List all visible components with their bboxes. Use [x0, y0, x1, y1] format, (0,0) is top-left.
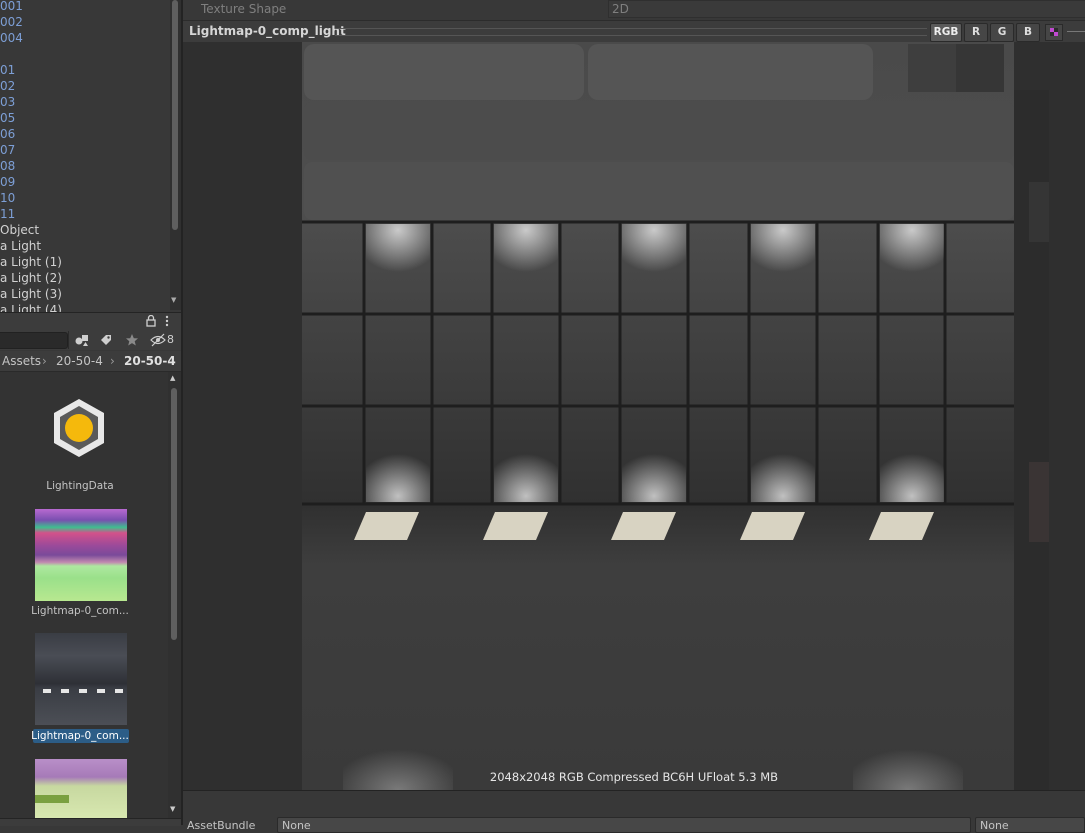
- breadcrumb-item[interactable]: Assets: [2, 351, 41, 371]
- hierarchy-scrollbar[interactable]: ▼: [170, 0, 181, 310]
- breadcrumb-item[interactable]: 20-50-4: [56, 351, 103, 371]
- hierarchy-item[interactable]: 09: [0, 174, 62, 190]
- breadcrumb-current[interactable]: 20-50-4: [124, 351, 176, 371]
- assetbundle-variant-value: None: [980, 819, 1009, 832]
- breadcrumb: Assets › 20-50-4 › 20-50-4: [0, 351, 181, 372]
- hierarchy-item[interactable]: 10: [0, 190, 62, 206]
- lightmap-directional-thumbnail[interactable]: [35, 509, 127, 601]
- texture-shape-row: Texture Shape 2D: [183, 0, 1085, 21]
- hierarchy-item[interactable]: a Light (3): [0, 286, 62, 302]
- scroll-down-arrow-icon[interactable]: ▼: [171, 296, 176, 304]
- hierarchy-item[interactable]: 01: [0, 62, 62, 78]
- hidden-count: 8: [167, 333, 174, 346]
- lighting-data-icon[interactable]: [51, 397, 107, 459]
- hierarchy-item[interactable]: 05: [0, 110, 62, 126]
- preview-toolbar: Lightmap-0_comp_light RGB R G B: [183, 21, 1085, 43]
- asset-thumbnail[interactable]: [35, 759, 127, 818]
- asset-grid: LightingData Lightmap-0_com... Lightmap-…: [0, 372, 168, 818]
- hidden-packages-eye-icon[interactable]: [150, 333, 166, 347]
- search-by-type-icon[interactable]: [74, 333, 90, 347]
- drag-handle[interactable]: [335, 28, 927, 36]
- hierarchy-panel: 001 002 004 01 02 03 05 06 07 08 09 10 1…: [0, 0, 170, 312]
- mip-slider[interactable]: [1067, 31, 1085, 32]
- hierarchy-item[interactable]: 03: [0, 94, 62, 110]
- hierarchy-item[interactable]: a Light (1): [0, 254, 62, 270]
- asset-label[interactable]: LightingData: [15, 480, 145, 492]
- assetbundle-variant-dropdown[interactable]: None: [975, 817, 1085, 833]
- scrollbar-thumb[interactable]: [172, 0, 178, 230]
- texture-preview-viewport[interactable]: 2048x2048 RGB Compressed BC6H UFloat 5.3…: [183, 42, 1085, 790]
- lightmap-preview-image: [302, 42, 1049, 790]
- channel-b-button[interactable]: B: [1016, 23, 1040, 42]
- preview-title: Lightmap-0_comp_light: [189, 24, 346, 38]
- texture-shape-label: Texture Shape: [201, 2, 287, 16]
- breadcrumb-separator-icon: ›: [42, 354, 47, 368]
- asset-label[interactable]: Lightmap-0_com...: [15, 730, 145, 742]
- hierarchy-item[interactable]: a Light (2): [0, 270, 62, 286]
- lock-icon[interactable]: [146, 315, 156, 327]
- channel-rgb-button[interactable]: RGB: [930, 23, 962, 42]
- alpha-checker-button[interactable]: [1045, 24, 1063, 41]
- hierarchy-item[interactable]: 004: [0, 30, 62, 46]
- hierarchy-item[interactable]: 11: [0, 206, 62, 222]
- asset-grid-scrollbar[interactable]: ▲ ▼: [168, 372, 181, 818]
- assetbundle-value: None: [282, 819, 311, 832]
- hierarchy-item[interactable]: a Light: [0, 238, 62, 254]
- hierarchy-item[interactable]: 02: [0, 78, 62, 94]
- hierarchy-item[interactable]: Object: [0, 222, 62, 238]
- assetbundle-label: AssetBundle: [187, 819, 256, 832]
- search-input[interactable]: [0, 332, 68, 349]
- hierarchy-item[interactable]: 002: [0, 14, 62, 30]
- hierarchy-item[interactable]: [0, 46, 62, 62]
- hierarchy-item[interactable]: a Light (4): [0, 302, 62, 312]
- channel-r-button[interactable]: R: [964, 23, 988, 42]
- hierarchy-item[interactable]: 06: [0, 126, 62, 142]
- assetbundle-bar: AssetBundle None None: [183, 790, 1085, 833]
- asset-label[interactable]: Lightmap-0_com...: [15, 605, 145, 617]
- breadcrumb-separator-icon: ›: [110, 354, 115, 368]
- hierarchy-item[interactable]: 001: [0, 0, 62, 14]
- checker-icon: [1050, 28, 1058, 36]
- project-header: [0, 312, 181, 330]
- texture-info-label: 2048x2048 RGB Compressed BC6H UFloat 5.3…: [489, 770, 779, 784]
- label-tag-icon[interactable]: [99, 333, 113, 347]
- scrollbar-thumb[interactable]: [171, 388, 177, 640]
- favorite-star-icon[interactable]: [125, 333, 139, 347]
- hierarchy-item[interactable]: 07: [0, 142, 62, 158]
- texture-shape-dropdown: 2D: [608, 0, 1085, 18]
- kebab-menu-icon[interactable]: [164, 315, 170, 327]
- lightmap-light-thumbnail[interactable]: [35, 633, 127, 725]
- assetbundle-dropdown[interactable]: None: [277, 817, 971, 833]
- channel-g-button[interactable]: G: [990, 23, 1014, 42]
- hierarchy-item[interactable]: 08: [0, 158, 62, 174]
- scroll-down-arrow-icon[interactable]: ▼: [170, 805, 175, 813]
- scroll-up-arrow-icon[interactable]: ▲: [170, 374, 175, 382]
